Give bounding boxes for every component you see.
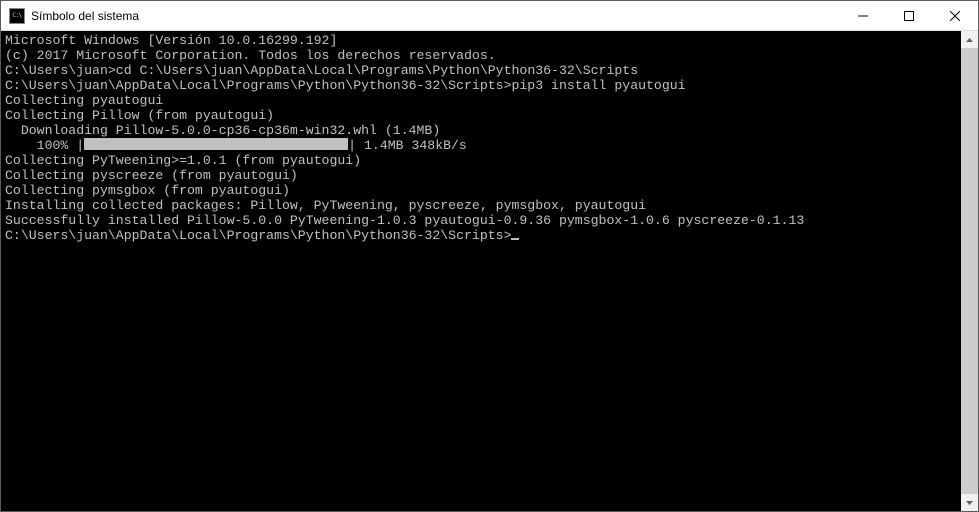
progress-label: 100% | <box>5 138 84 153</box>
vertical-scrollbar[interactable] <box>961 31 978 511</box>
output-line: 100% | | 1.4MB 348kB/s <box>5 138 961 153</box>
scroll-up-button[interactable] <box>961 31 978 48</box>
progress-bar <box>84 138 348 150</box>
window-title: Símbolo del sistema <box>31 9 840 23</box>
window-controls <box>840 1 978 30</box>
terminal-container: Microsoft Windows [Versión 10.0.16299.19… <box>1 31 978 511</box>
output-line: Collecting pyautogui <box>5 93 961 108</box>
minimize-icon <box>858 11 868 21</box>
maximize-button[interactable] <box>886 1 932 30</box>
prompt-prefix: C:\Users\juan> <box>5 63 116 78</box>
scroll-track[interactable] <box>961 48 978 494</box>
cursor <box>511 238 519 240</box>
output-line: C:\Users\juan\AppData\Local\Programs\Pyt… <box>5 228 961 243</box>
chevron-up-icon <box>966 38 973 42</box>
cmd-icon: C:\ <box>9 8 25 24</box>
prompt-command: pip3 install pyautogui <box>511 78 685 93</box>
progress-rate: | 1.4MB 348kB/s <box>348 138 467 153</box>
titlebar[interactable]: C:\ Símbolo del sistema <box>1 1 978 31</box>
prompt-command: cd C:\Users\juan\AppData\Local\Programs\… <box>116 63 638 78</box>
output-line: Collecting pyscreeze (from pyautogui) <box>5 168 961 183</box>
prompt-prefix: C:\Users\juan\AppData\Local\Programs\Pyt… <box>5 228 511 243</box>
output-line: Successfully installed Pillow-5.0.0 PyTw… <box>5 213 961 228</box>
maximize-icon <box>904 11 914 21</box>
prompt-prefix: C:\Users\juan\AppData\Local\Programs\Pyt… <box>5 78 511 93</box>
scroll-down-button[interactable] <box>961 494 978 511</box>
output-line: Collecting pymsgbox (from pyautogui) <box>5 183 961 198</box>
output-line: Installing collected packages: Pillow, P… <box>5 198 961 213</box>
close-icon <box>950 11 960 21</box>
minimize-button[interactable] <box>840 1 886 30</box>
output-line: Collecting Pillow (from pyautogui) <box>5 108 961 123</box>
chevron-down-icon <box>966 501 973 505</box>
terminal-output[interactable]: Microsoft Windows [Versión 10.0.16299.19… <box>1 31 961 511</box>
scroll-thumb[interactable] <box>961 48 978 494</box>
output-line: C:\Users\juan>cd C:\Users\juan\AppData\L… <box>5 63 961 78</box>
output-line: Downloading Pillow-5.0.0-cp36-cp36m-win3… <box>5 123 961 138</box>
output-line: C:\Users\juan\AppData\Local\Programs\Pyt… <box>5 78 961 93</box>
close-button[interactable] <box>932 1 978 30</box>
output-line: (c) 2017 Microsoft Corporation. Todos lo… <box>5 48 961 63</box>
output-line: Microsoft Windows [Versión 10.0.16299.19… <box>5 33 961 48</box>
output-line: Collecting PyTweening>=1.0.1 (from pyaut… <box>5 153 961 168</box>
